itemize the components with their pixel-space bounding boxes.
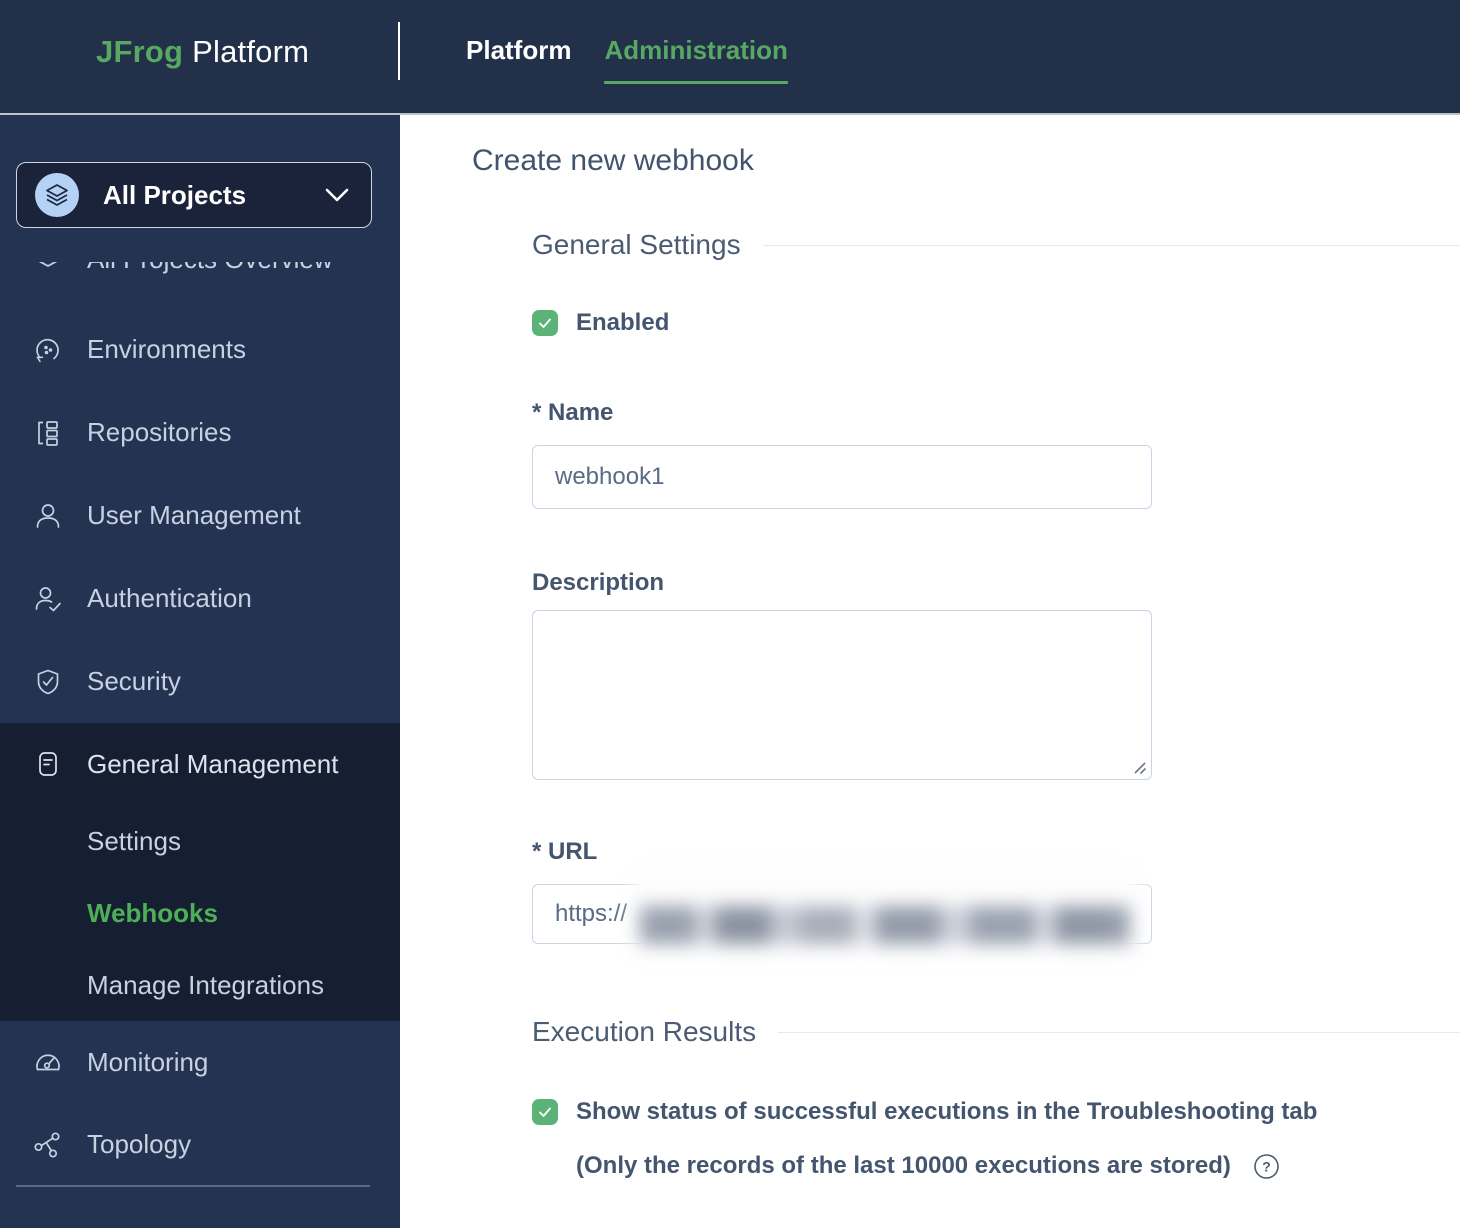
sidebar-item-label: Manage Integrations <box>87 970 324 1001</box>
check-icon <box>536 1103 554 1121</box>
records-note: (Only the records of the last 10000 exec… <box>576 1152 1231 1180</box>
show-status-checkbox[interactable] <box>532 1099 558 1125</box>
sidebar-item-webhooks[interactable]: Webhooks <box>0 877 400 949</box>
admin-sidebar: All Projects All Projects Overview <box>0 115 400 1228</box>
sidebar-item-label: All Projects Overview <box>87 262 333 275</box>
url-wrap <box>532 884 1152 944</box>
sidebar-item-label: Settings <box>87 826 181 857</box>
section-divider <box>763 245 1460 246</box>
enabled-row: Enabled <box>532 309 1460 337</box>
show-status-row: Show status of successful executions in … <box>532 1098 1460 1126</box>
svg-text:?: ? <box>1262 1158 1271 1174</box>
section-title: Execution Results <box>532 1016 756 1048</box>
project-selector[interactable]: All Projects <box>16 162 372 228</box>
topology-icon <box>33 1129 63 1159</box>
sidebar-item-monitoring[interactable]: Monitoring <box>0 1021 400 1103</box>
description-wrap <box>532 610 1152 780</box>
jfrog-logo: JFrog Platform <box>96 34 309 70</box>
shield-icon <box>33 667 63 697</box>
sidebar-divider <box>16 1185 370 1187</box>
main-content: Create new webhook General Settings Enab… <box>400 115 1460 1228</box>
logo-product: Platform <box>192 34 309 69</box>
url-input[interactable] <box>532 884 1152 944</box>
document-icon <box>33 749 63 779</box>
sidebar-item-authentication[interactable]: Authentication <box>0 557 400 640</box>
sidebar-item-user-management[interactable]: User Management <box>0 474 400 557</box>
chevron-down-icon <box>325 188 349 203</box>
gauge-icon <box>33 1047 63 1077</box>
name-input[interactable] <box>532 445 1152 509</box>
section-title: General Settings <box>532 229 741 261</box>
sidebar-item-label: General Management <box>87 749 338 780</box>
description-textarea[interactable] <box>532 610 1152 780</box>
sidebar-scroll-clip: All Projects Overview <box>0 262 400 296</box>
help-icon[interactable]: ? <box>1253 1153 1280 1180</box>
logo-brand: JFrog <box>96 34 183 69</box>
sidebar-item-manage-integrations[interactable]: Manage Integrations <box>0 949 400 1021</box>
sidebar-item-label: Repositories <box>87 417 232 448</box>
sidebar-item-environments[interactable]: Environments <box>0 308 400 391</box>
environments-icon <box>33 335 63 365</box>
user-icon <box>33 501 63 531</box>
sidebar-item-label: Topology <box>87 1129 191 1160</box>
project-selector-label: All Projects <box>103 180 246 211</box>
section-divider <box>778 1032 1460 1033</box>
sidebar-item-label: User Management <box>87 500 301 531</box>
sidebar-item-security[interactable]: Security <box>0 640 400 723</box>
sidebar-item-settings[interactable]: Settings <box>0 805 400 877</box>
repositories-icon <box>33 418 63 448</box>
enabled-checkbox[interactable] <box>532 310 558 336</box>
overview-icon <box>33 262 63 275</box>
sidebar-nav: Environments Repositories User Manag <box>0 308 400 723</box>
sidebar-item-topology[interactable]: Topology <box>0 1103 400 1185</box>
authentication-icon <box>33 584 63 614</box>
layers-icon <box>45 183 69 207</box>
page-title: Create new webhook <box>472 143 1460 179</box>
sidebar-group-general-management: General Management Settings Webhooks Man… <box>0 723 400 1021</box>
general-settings-section: General Settings <box>532 227 1460 263</box>
sidebar-item-label: Webhooks <box>87 898 218 929</box>
sidebar-item-repositories[interactable]: Repositories <box>0 391 400 474</box>
description-label: Description <box>532 569 1460 597</box>
enabled-label: Enabled <box>576 309 669 337</box>
sidebar-item-label: Environments <box>87 334 246 365</box>
tab-platform[interactable]: Platform <box>466 34 571 84</box>
sidebar-item-general-management[interactable]: General Management <box>0 723 400 805</box>
check-icon <box>536 314 554 332</box>
all-projects-icon <box>35 173 79 217</box>
sidebar-item-all-projects-overview[interactable]: All Projects Overview <box>0 262 400 296</box>
header-divider <box>398 22 400 80</box>
url-label: * URL <box>532 838 1460 866</box>
webhook-form: General Settings Enabled * Name Descript… <box>532 227 1460 1180</box>
show-status-label: Show status of successful executions in … <box>576 1098 1317 1126</box>
header-tabs: Platform Administration <box>466 34 788 84</box>
sidebar-item-label: Security <box>87 666 181 697</box>
app-header: JFrog Platform Platform Administration <box>0 0 1460 115</box>
sidebar-item-label: Monitoring <box>87 1047 208 1078</box>
tab-administration[interactable]: Administration <box>604 34 787 84</box>
sidebar-item-label: Authentication <box>87 583 252 614</box>
records-note-row: (Only the records of the last 10000 exec… <box>576 1152 1460 1180</box>
execution-results-section: Execution Results <box>532 1014 1460 1050</box>
name-label: * Name <box>532 399 1460 427</box>
